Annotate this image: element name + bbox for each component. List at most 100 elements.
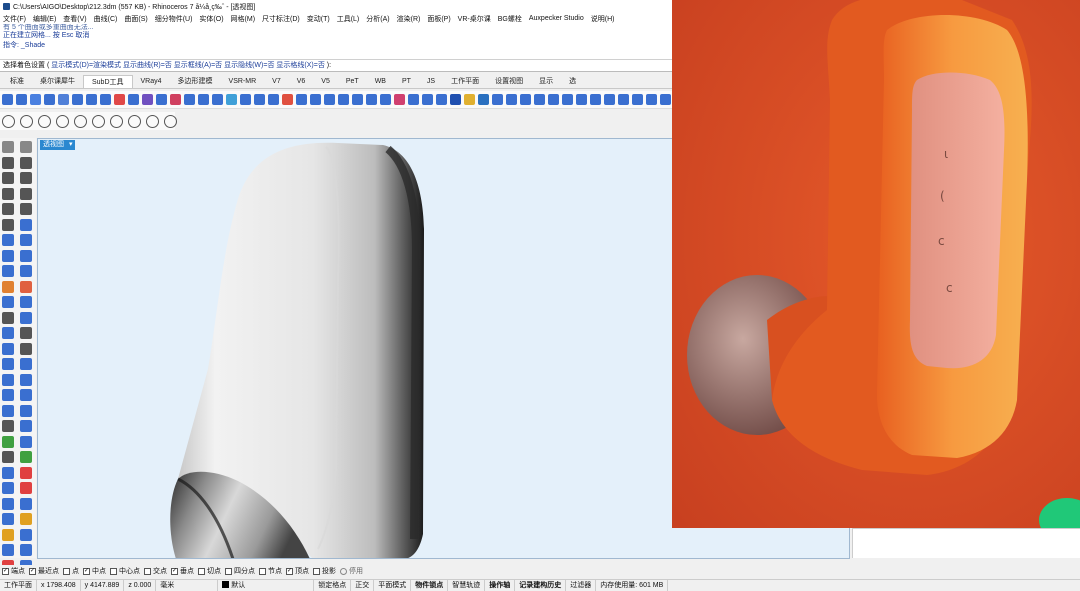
tab-6[interactable]: V7 (264, 75, 289, 88)
toolbar-tool-icon[interactable] (380, 94, 391, 105)
tab-14[interactable]: 设置视图 (487, 75, 531, 88)
toolbar-tool-icon[interactable] (562, 94, 573, 105)
left-tool-icon[interactable] (20, 156, 32, 169)
menu-item[interactable]: Auxpecker Studio (529, 15, 584, 22)
menu-item[interactable]: BG螺栓 (498, 14, 522, 24)
status-toggle[interactable]: 内存使用量: 601 MB (596, 579, 669, 591)
left-tool-icon[interactable] (2, 203, 14, 215)
left-tool-icon[interactable] (2, 327, 14, 339)
toolbar-tool-icon[interactable] (268, 94, 279, 105)
left-tool-icon[interactable] (2, 513, 14, 525)
toolbar-tool-icon[interactable] (590, 94, 601, 105)
menu-item[interactable]: 编辑(E) (33, 14, 56, 24)
osnap-toggle[interactable]: 端点 (2, 566, 25, 576)
left-tool-icon[interactable] (2, 187, 14, 200)
left-tool-icon[interactable] (20, 327, 32, 339)
status-toggle[interactable]: 锁定格点 (314, 579, 352, 591)
tab-0[interactable]: 标准 (2, 75, 32, 88)
toolbar-tool-icon[interactable] (44, 94, 55, 105)
osnap-toggle[interactable]: 顶点 (286, 566, 309, 576)
osnap-toggle[interactable]: 节点 (259, 566, 282, 576)
tab-10[interactable]: WB (367, 75, 394, 88)
menu-item[interactable]: 说明(H) (591, 14, 615, 24)
toolbar-tool-icon[interactable] (576, 94, 587, 105)
left-tool-icon[interactable] (20, 466, 32, 479)
status-toggle[interactable]: 物件锁点 (411, 579, 449, 591)
toolbar-tool-icon[interactable] (450, 94, 461, 105)
left-tool-icon[interactable] (2, 358, 14, 370)
toolbar-tool-icon[interactable] (506, 94, 517, 105)
left-tool-icon[interactable] (20, 528, 32, 541)
osnap-toggle[interactable]: 中点 (83, 566, 106, 576)
toolbar-tool-icon[interactable] (604, 94, 615, 105)
osnap-checkbox[interactable] (286, 567, 293, 575)
toolbar-tool-icon[interactable] (198, 94, 209, 105)
osnap-disable-radio[interactable] (340, 567, 347, 575)
osnap-checkbox[interactable] (110, 567, 117, 575)
toolbar-tool-icon[interactable] (240, 94, 251, 105)
toolbar-tool-icon[interactable] (16, 94, 27, 105)
toolbar-tool-icon[interactable] (478, 94, 489, 105)
left-tool-icon[interactable] (2, 451, 14, 463)
toolbar-tool-icon[interactable] (58, 94, 69, 105)
left-tool-icon[interactable] (2, 544, 14, 556)
tab-11[interactable]: PT (394, 75, 419, 88)
osnap-checkbox[interactable] (225, 567, 232, 575)
tab-15[interactable]: 显示 (531, 75, 561, 88)
toolbar-tool-icon[interactable] (436, 94, 447, 105)
left-tool-icon[interactable] (20, 296, 32, 308)
toolbar-tool-icon[interactable] (226, 94, 237, 105)
toolbar-tool-icon[interactable] (212, 94, 223, 105)
left-tool-icon[interactable] (20, 265, 32, 277)
toolbar-tool-icon[interactable] (310, 94, 321, 105)
osnap-toggle[interactable]: 中心点 (110, 566, 140, 576)
left-tool-icon[interactable] (20, 249, 32, 262)
toolbar-tool-icon[interactable] (282, 94, 293, 105)
left-tool-icon[interactable] (2, 172, 14, 184)
toolbar-tool-icon[interactable] (184, 94, 195, 105)
left-tool-icon[interactable] (20, 203, 32, 215)
left-tool-icon[interactable] (2, 528, 14, 541)
left-tool-icon[interactable] (2, 249, 14, 262)
toolbar-tool-icon[interactable] (2, 94, 13, 105)
toolbar-tool-icon[interactable] (660, 94, 671, 105)
toolbar-tool-icon[interactable] (254, 94, 265, 105)
toolbar-tool-icon[interactable] (30, 94, 41, 105)
left-tool-icon[interactable] (20, 234, 32, 246)
subd-tool-icon[interactable] (2, 114, 15, 128)
subd-tool-icon[interactable] (38, 114, 51, 128)
tab-4[interactable]: 多边形建模 (170, 75, 221, 88)
left-tool-icon[interactable] (20, 218, 32, 231)
subd-tool-icon[interactable] (92, 114, 105, 128)
toolbar-tool-icon[interactable] (114, 94, 125, 105)
menu-item[interactable]: 渲染(R) (397, 14, 421, 24)
left-tool-icon[interactable] (2, 311, 14, 324)
osnap-checkbox[interactable] (29, 567, 36, 575)
tab-5[interactable]: VSR-MR (221, 75, 265, 88)
toolbar-tool-icon[interactable] (408, 94, 419, 105)
menu-item[interactable]: 工具(L) (337, 14, 360, 24)
menu-item[interactable]: 尺寸标注(D) (262, 14, 300, 24)
toolbar-tool-icon[interactable] (394, 94, 405, 105)
osnap-checkbox[interactable] (198, 567, 205, 575)
status-toggle[interactable]: 操作轴 (485, 579, 516, 591)
left-tool-icon[interactable] (2, 156, 14, 169)
toolbar-tool-icon[interactable] (156, 94, 167, 105)
tab-9[interactable]: PeT (338, 75, 367, 88)
toolbar-tool-icon[interactable] (534, 94, 545, 105)
osnap-checkbox[interactable] (313, 567, 320, 575)
left-tool-icon[interactable] (20, 544, 32, 556)
subd-tool-icon[interactable] (56, 114, 69, 128)
status-plane[interactable]: 工作平面 (0, 579, 37, 591)
status-toggle[interactable]: 平面模式 (374, 579, 412, 591)
toolbar-tool-icon[interactable] (170, 94, 181, 105)
left-tool-icon[interactable] (20, 389, 32, 401)
toolbar-tool-icon[interactable] (492, 94, 503, 105)
osnap-toggle[interactable]: 垂点 (171, 566, 194, 576)
subd-tool-icon[interactable] (164, 114, 177, 128)
toolbar-tool-icon[interactable] (142, 94, 153, 105)
left-tool-icon[interactable] (20, 497, 32, 510)
menu-item[interactable]: 文件(F) (3, 14, 26, 24)
osnap-checkbox[interactable] (171, 567, 178, 575)
menu-item[interactable]: 分析(A) (366, 14, 389, 24)
